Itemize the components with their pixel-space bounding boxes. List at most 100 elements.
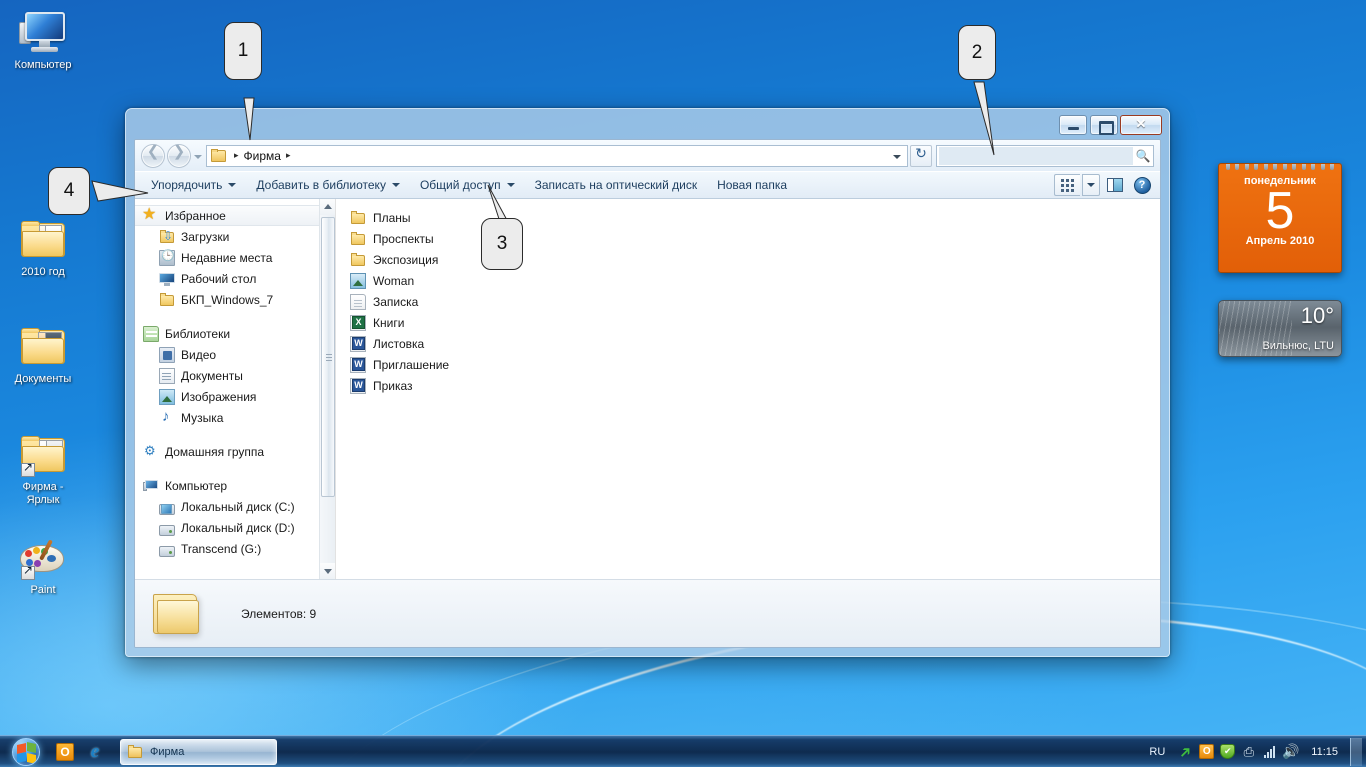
- tray-clock[interactable]: 11:15: [1311, 746, 1338, 758]
- start-button[interactable]: [2, 737, 50, 767]
- chevron-down-icon: [228, 183, 236, 187]
- sidebar-item-downloads[interactable]: Загрузки: [135, 226, 335, 247]
- tree-spacer: [135, 462, 335, 475]
- callout-4-tail: [88, 175, 198, 215]
- word-file-icon: [350, 336, 366, 352]
- sidebar-item-recent-places[interactable]: Недавние места: [135, 247, 335, 268]
- calendar-gadget[interactable]: понедельник 5 Апрель 2010: [1218, 163, 1342, 273]
- sidebar-item-homegroup[interactable]: Домашняя группа: [135, 441, 335, 462]
- sidebar-item-libraries[interactable]: Библиотеки: [135, 323, 335, 344]
- sidebar-item-label: Документы: [181, 369, 243, 383]
- desktop-icon-computer[interactable]: Компьютер: [0, 8, 86, 72]
- sidebar-item-label: Видео: [181, 348, 216, 362]
- shortcut-arrow-icon: [21, 566, 35, 580]
- taskbar[interactable]: O e Фирма RU ➔ O ✔ ⎙ 🔊 11:15: [0, 735, 1366, 767]
- outlook-tray-icon[interactable]: O: [1196, 742, 1217, 762]
- toolbar-item-label: Добавить в библиотеку: [256, 178, 386, 192]
- sidebar-item-drive-c[interactable]: Локальный диск (C:): [135, 496, 335, 517]
- folder-icon: [149, 588, 205, 640]
- refresh-button[interactable]: [910, 145, 932, 167]
- back-button[interactable]: [141, 144, 165, 168]
- file-name: Записка: [373, 295, 418, 309]
- search-icon[interactable]: 🔍: [1133, 149, 1153, 163]
- maximize-button[interactable]: [1090, 115, 1118, 135]
- text-file-icon: [350, 294, 366, 310]
- weather-gadget[interactable]: 10° Вильнюс, LTU: [1218, 300, 1342, 357]
- desktop-icon-documents[interactable]: Документы: [0, 322, 86, 386]
- desktop-icon-paint[interactable]: Paint: [0, 533, 86, 597]
- callout-number: 2: [972, 42, 983, 64]
- system-tray: RU ➔ O ✔ ⎙ 🔊 11:15: [1149, 736, 1366, 767]
- callout-2: 2: [958, 25, 996, 80]
- sidebar-item-drive-d[interactable]: Локальный диск (D:): [135, 517, 335, 538]
- quicklaunch-outlook[interactable]: O: [50, 737, 80, 767]
- sidebar-item-pictures[interactable]: Изображения: [135, 386, 335, 407]
- file-name: Приказ: [373, 379, 413, 393]
- forward-button[interactable]: [167, 144, 191, 168]
- status-bar: Элементов: 9: [135, 579, 1160, 647]
- scrollbar-thumb[interactable]: [321, 217, 335, 497]
- toolbar-new-folder[interactable]: Новая папка: [707, 174, 797, 196]
- calendar-month-year: Апрель 2010: [1219, 235, 1341, 247]
- toolbar-item-label: Новая папка: [717, 178, 787, 192]
- sidebar-item-label: Изображения: [181, 390, 256, 404]
- safely-remove-icon[interactable]: ➔: [1175, 742, 1196, 762]
- chevron-down-icon[interactable]: [889, 146, 905, 166]
- navigation-pane[interactable]: Избранное Загрузки Недавние места Р: [135, 199, 336, 579]
- list-item[interactable]: Записка: [346, 291, 566, 312]
- sidebar-item-label: Компьютер: [165, 479, 227, 493]
- explorer-window[interactable]: ▸ Фирма ▸ 🔍 Упорядочить Доб: [125, 108, 1170, 657]
- action-center-shield-icon[interactable]: ✔: [1217, 742, 1238, 762]
- sidebar-item-computer[interactable]: Компьютер: [135, 475, 335, 496]
- sidebar-item-desktop[interactable]: Рабочий стол: [135, 268, 335, 289]
- volume-icon[interactable]: 🔊: [1280, 742, 1301, 762]
- sidebar-item-video[interactable]: Видео: [135, 344, 335, 365]
- sidebar-item-drive-g[interactable]: Transcend (G:): [135, 538, 335, 559]
- desktop-icon-firma-shortcut[interactable]: Фирма - Ярлык: [0, 430, 86, 507]
- view-dropdown-button[interactable]: [1082, 174, 1100, 196]
- folder-icon: [128, 745, 143, 759]
- scroll-up-arrow-icon[interactable]: [320, 199, 335, 215]
- sidebar-item-music[interactable]: Музыка: [135, 407, 335, 428]
- navigation-scrollbar[interactable]: [319, 199, 335, 579]
- tree-spacer: [135, 428, 335, 441]
- show-desktop-button[interactable]: [1350, 738, 1362, 766]
- windows-logo-icon: [12, 738, 40, 766]
- sidebar-item-label: Локальный диск (D:): [181, 521, 295, 535]
- folder-icon: [350, 252, 366, 268]
- list-item[interactable]: Приказ: [346, 375, 566, 396]
- callout-3: 3: [481, 218, 523, 270]
- paint-shortcut-icon: [0, 533, 86, 581]
- preview-pane-button[interactable]: [1102, 174, 1128, 196]
- weather-city: Вильнюс, LTU: [1262, 340, 1334, 352]
- desktop-icon-2010[interactable]: 2010 год: [0, 215, 86, 279]
- help-button[interactable]: ?: [1130, 174, 1154, 196]
- network-signal-icon[interactable]: [1259, 742, 1280, 762]
- language-indicator[interactable]: RU: [1149, 746, 1165, 758]
- computer-icon: [143, 478, 159, 494]
- word-file-icon: [350, 357, 366, 373]
- shortcut-arrow-icon: [21, 463, 35, 477]
- quicklaunch-internet-explorer[interactable]: e: [80, 737, 110, 767]
- folder-icon: [350, 231, 366, 247]
- device-icon[interactable]: ⎙: [1238, 742, 1259, 762]
- sidebar-item-bkp-windows7[interactable]: БКП_Windows_7: [135, 289, 335, 310]
- drive-icon: [159, 525, 175, 536]
- file-name: Книги: [373, 316, 404, 330]
- sidebar-item-documents[interactable]: Документы: [135, 365, 335, 386]
- file-name: Экспозиция: [373, 253, 438, 267]
- sidebar-item-label: Недавние места: [181, 251, 272, 265]
- scroll-down-arrow-icon[interactable]: [320, 563, 335, 579]
- taskbar-button-firma[interactable]: Фирма: [120, 739, 277, 765]
- toolbar-burn-disc[interactable]: Записать на оптический диск: [525, 174, 708, 196]
- history-dropdown-icon[interactable]: [191, 144, 204, 168]
- list-item[interactable]: Книги: [346, 312, 566, 333]
- close-button[interactable]: [1120, 115, 1162, 135]
- homegroup-icon: [143, 444, 159, 460]
- video-library-icon: [159, 347, 175, 363]
- file-list-pane[interactable]: Планы Проспекты Экспозиция Woman: [336, 199, 1160, 579]
- file-name: Приглашение: [373, 358, 449, 372]
- file-name: Планы: [373, 211, 411, 225]
- list-item[interactable]: Листовка: [346, 333, 566, 354]
- list-item[interactable]: Приглашение: [346, 354, 566, 375]
